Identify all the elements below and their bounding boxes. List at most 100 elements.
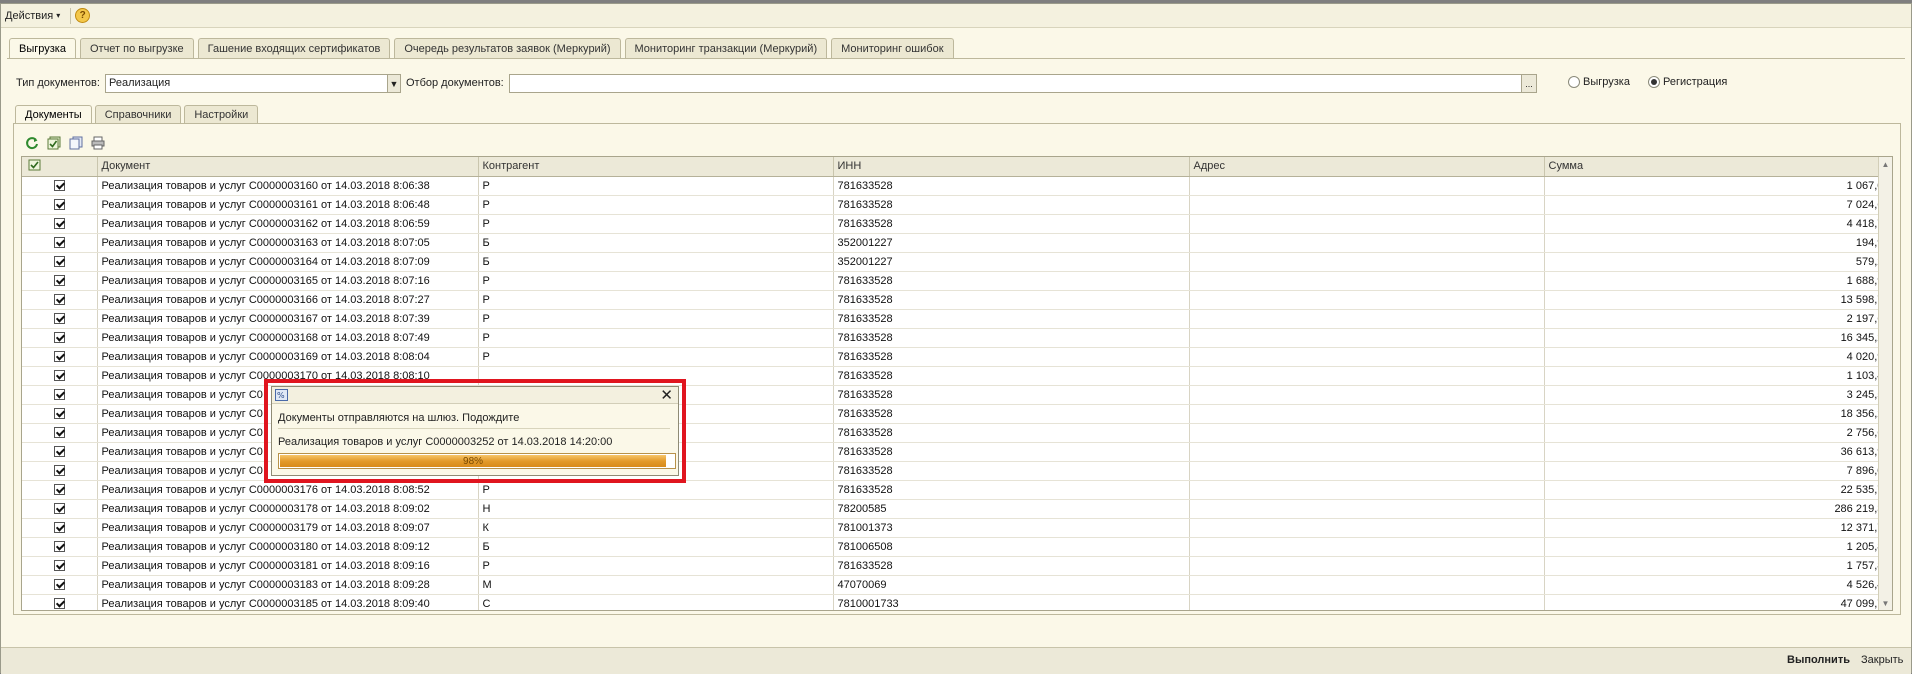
table-row[interactable]: Реализация товаров и услуг С0000003183 о… bbox=[22, 575, 1892, 595]
row-checkbox[interactable] bbox=[53, 408, 65, 420]
cell-inn: 7810001733 bbox=[833, 594, 1190, 610]
table-row[interactable]: Реализация товаров и услуг С0000003164 о… bbox=[22, 252, 1892, 272]
doc-type-field[interactable]: Реализация bbox=[105, 74, 388, 93]
row-checkbox[interactable] bbox=[53, 294, 65, 306]
table-row[interactable]: Реализация товаров и услуг С0000003166 о… bbox=[22, 290, 1892, 310]
row-check-cell bbox=[22, 480, 98, 500]
cell-address bbox=[1189, 461, 1545, 481]
help-icon[interactable]: ? bbox=[75, 8, 91, 23]
inner-tab-1[interactable]: Справочники bbox=[94, 105, 182, 123]
table-row[interactable]: Реализация товаров и услуг С0000003185 о… bbox=[22, 594, 1892, 610]
main-tabs: Выгрузка Отчет по выгрузке Гашение входящи… bbox=[9, 38, 954, 59]
tab-1[interactable]: Отчет по выгрузке bbox=[79, 38, 194, 58]
row-checkbox[interactable] bbox=[53, 313, 65, 325]
tab-4[interactable]: Мониторинг транзакции (Меркурий) bbox=[624, 38, 828, 58]
row-checkbox[interactable] bbox=[53, 275, 65, 287]
cell-contractor: К bbox=[478, 518, 834, 538]
table-row[interactable]: Реализация товаров и услуг С0000003168 о… bbox=[22, 328, 1892, 348]
row-checkbox[interactable] bbox=[53, 370, 65, 382]
table-row[interactable]: Реализация товаров и услуг С0000003179 о… bbox=[22, 518, 1892, 538]
row-checkbox[interactable] bbox=[53, 598, 65, 610]
cell-contractor: Р bbox=[478, 556, 834, 576]
tab-3[interactable]: Очередь результатов заявок (Меркурий) bbox=[394, 38, 621, 58]
cell-contractor: Б bbox=[478, 233, 834, 253]
row-checkbox[interactable] bbox=[53, 237, 65, 249]
header-address[interactable]: Адрес bbox=[1189, 157, 1545, 177]
inner-tab-0[interactable]: Документы bbox=[15, 105, 92, 124]
doc-type-dropdown-button[interactable]: ▼ bbox=[387, 74, 401, 93]
row-checkbox[interactable] bbox=[53, 560, 65, 572]
cell-sum: 4 526,48 bbox=[1544, 575, 1892, 595]
row-checkbox[interactable] bbox=[53, 541, 65, 553]
cell-sum: 1 757,88 bbox=[1544, 556, 1892, 576]
close-button[interactable]: Закрыть bbox=[1861, 654, 1903, 666]
row-checkbox[interactable] bbox=[53, 446, 65, 458]
inner-tab-2[interactable]: Настройки bbox=[184, 105, 259, 123]
row-checkbox[interactable] bbox=[53, 503, 65, 515]
table-row[interactable]: Реализация товаров и услуг С0000003167 о… bbox=[22, 309, 1892, 329]
header-inn[interactable]: ИНН bbox=[833, 157, 1190, 177]
table-row[interactable]: Реализация товаров и услуг С0000003178 о… bbox=[22, 499, 1892, 519]
tab-0[interactable]: Выгрузка bbox=[9, 38, 76, 59]
cell-inn: 781633528 bbox=[833, 271, 1190, 291]
cell-inn: 78200585 bbox=[833, 499, 1190, 519]
row-checkbox[interactable] bbox=[53, 484, 65, 496]
check-all-icon[interactable] bbox=[46, 135, 62, 151]
cell-contractor: Б bbox=[478, 252, 834, 272]
table-row[interactable]: Реализация товаров и услуг С0000003169 о… bbox=[22, 347, 1892, 367]
actions-menu[interactable]: Действия ▾ bbox=[1, 10, 66, 22]
refresh-icon[interactable] bbox=[24, 135, 40, 151]
row-check-cell bbox=[22, 499, 98, 519]
radio-upload[interactable]: Выгрузка bbox=[1568, 76, 1630, 88]
dialog-close-icon[interactable]: ✕ bbox=[660, 387, 673, 404]
table-row[interactable]: Реализация товаров и услуг С0000003180 о… bbox=[22, 537, 1892, 557]
cell-inn: 781633528 bbox=[833, 366, 1190, 386]
cell-sum: 1 688,98 bbox=[1544, 271, 1892, 291]
table-row[interactable]: Реализация товаров и услуг С0000003165 о… bbox=[22, 271, 1892, 291]
table-row[interactable]: Реализация товаров и услуг С0000003163 о… bbox=[22, 233, 1892, 253]
cell-address bbox=[1189, 290, 1545, 310]
cell-inn: 781633528 bbox=[833, 385, 1190, 405]
row-checkbox[interactable] bbox=[53, 180, 65, 192]
row-checkbox[interactable] bbox=[53, 199, 65, 211]
table-row[interactable]: Реализация товаров и услуг С0000003161 о… bbox=[22, 195, 1892, 215]
header-document[interactable]: Документ bbox=[97, 157, 479, 177]
execute-button[interactable]: Выполнить bbox=[1787, 654, 1850, 666]
doc-filter-field[interactable] bbox=[509, 74, 1522, 93]
doc-filter-select-button[interactable]: ... bbox=[1521, 74, 1537, 93]
row-checkbox[interactable] bbox=[53, 579, 65, 591]
cell-sum: 22 535,73 bbox=[1544, 480, 1892, 500]
row-checkbox[interactable] bbox=[53, 332, 65, 344]
row-checkbox[interactable] bbox=[53, 427, 65, 439]
row-checkbox[interactable] bbox=[53, 389, 65, 401]
cell-address bbox=[1189, 309, 1545, 329]
row-checkbox[interactable] bbox=[53, 465, 65, 477]
cell-address bbox=[1189, 233, 1545, 253]
header-contractor[interactable]: Контрагент bbox=[478, 157, 834, 177]
row-check-cell bbox=[22, 461, 98, 481]
tab-5[interactable]: Мониторинг ошибок bbox=[831, 38, 954, 58]
table-row[interactable]: Реализация товаров и услуг С0000003160 о… bbox=[22, 176, 1892, 196]
row-checkbox[interactable] bbox=[53, 218, 65, 230]
print-icon[interactable] bbox=[90, 135, 106, 151]
scroll-down-icon[interactable]: ▼ bbox=[1879, 596, 1892, 610]
header-sum[interactable]: Сумма bbox=[1544, 157, 1892, 177]
cell-contractor: Р bbox=[478, 195, 834, 215]
vertical-scrollbar[interactable]: ▲ ▼ bbox=[1878, 157, 1892, 610]
radio-register[interactable]: Регистрация bbox=[1648, 76, 1727, 88]
table-row[interactable]: Реализация товаров и услуг С0000003181 о… bbox=[22, 556, 1892, 576]
cell-inn: 781633528 bbox=[833, 328, 1190, 348]
tab-2[interactable]: Гашение входящих сертификатов bbox=[197, 38, 391, 58]
row-check-cell bbox=[22, 423, 98, 443]
scroll-up-icon[interactable]: ▲ bbox=[1879, 157, 1892, 171]
row-checkbox[interactable] bbox=[53, 256, 65, 268]
header-check-column[interactable] bbox=[22, 157, 98, 177]
copy-icon[interactable] bbox=[68, 135, 84, 151]
menu-bar: Действия ▾ ? bbox=[1, 4, 1911, 28]
cell-inn: 781633528 bbox=[833, 290, 1190, 310]
row-checkbox[interactable] bbox=[53, 351, 65, 363]
row-checkbox[interactable] bbox=[53, 522, 65, 534]
cell-inn: 781633528 bbox=[833, 195, 1190, 215]
cell-sum: 1 067,08 bbox=[1544, 176, 1892, 196]
table-row[interactable]: Реализация товаров и услуг С0000003162 о… bbox=[22, 214, 1892, 234]
